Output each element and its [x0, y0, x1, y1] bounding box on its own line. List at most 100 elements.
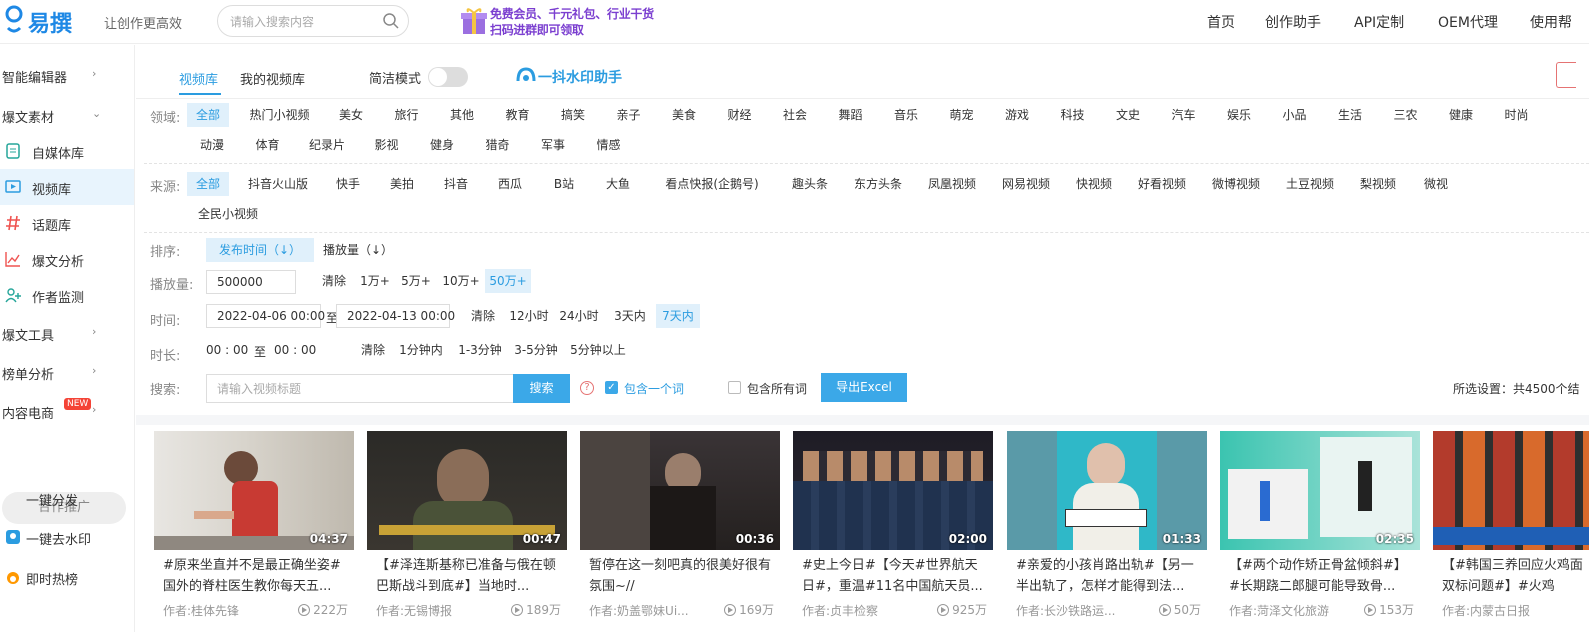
sidebar-item-video-library[interactable]: 视频库 — [0, 169, 134, 205]
source-option[interactable]: 凤凰视频 — [921, 172, 983, 196]
source-option[interactable]: 全民小视频 — [191, 202, 265, 226]
time-12h[interactable]: 12小时 — [508, 304, 550, 328]
source-option[interactable]: 大鱼 — [597, 172, 639, 196]
domain-option[interactable]: 旅行 — [386, 103, 428, 127]
domain-option[interactable]: 教育 — [497, 103, 539, 127]
domain-option[interactable]: 社会 — [774, 103, 816, 127]
tab-my-video-library[interactable]: 我的视频库 — [240, 69, 305, 88]
time-end-input[interactable]: 2022-04-13 00:00 — [336, 304, 455, 328]
sidebar-rank-analysis[interactable]: 榜单分析 — [2, 364, 54, 383]
sidebar-one-click-distribute[interactable]: 一键分发 — [26, 490, 78, 509]
sidebar-item-media-library[interactable]: 自媒体库 — [0, 133, 134, 169]
source-option[interactable]: B站 — [543, 172, 585, 196]
domain-option[interactable]: 搞笑 — [552, 103, 594, 127]
source-option[interactable]: 看点快报(企鹅号) — [651, 172, 773, 196]
domain-option[interactable]: 热门小视频 — [243, 103, 317, 127]
domain-option[interactable]: 生活 — [1329, 103, 1371, 127]
nav-oem[interactable]: OEM代理 — [1438, 12, 1498, 32]
duration-end-input[interactable]: 00 : 00 — [274, 343, 316, 357]
video-title[interactable]: #亲爱的小孩肖路出轨#【另一半出轨了，怎样才能得到法... — [1016, 555, 1202, 597]
plays-50k[interactable]: 5万+ — [398, 269, 434, 293]
video-card[interactable]: 04:37 #原来坐直并不是最正确坐姿#国外的脊柱医生教你每天五... 作者:桂… — [154, 431, 354, 632]
sort-plays[interactable]: 播放量（↓） — [320, 238, 396, 262]
search-icon[interactable] — [382, 12, 400, 30]
video-thumbnail[interactable]: 01:33 — [1007, 431, 1207, 550]
video-thumbnail[interactable]: 02:00 — [793, 431, 993, 550]
edge-button[interactable] — [1556, 62, 1576, 88]
domain-option[interactable]: 纪录片 — [302, 133, 352, 157]
duration-1min[interactable]: 1分钟内 — [398, 338, 444, 362]
duration-clear[interactable]: 清除 — [356, 338, 390, 362]
source-option[interactable]: 全部 — [187, 172, 229, 196]
search-button[interactable]: 搜索 — [513, 374, 570, 403]
video-title[interactable]: 【#韩国三养回应火鸡面双标问题#】#火鸡 — [1442, 555, 1589, 597]
domain-option[interactable]: 动漫 — [191, 133, 233, 157]
domain-option[interactable]: 舞蹈 — [830, 103, 872, 127]
domain-option[interactable]: 军事 — [532, 133, 574, 157]
logo-icon[interactable] — [4, 4, 24, 36]
time-24h[interactable]: 24小时 — [558, 304, 600, 328]
source-option[interactable]: 快手 — [327, 172, 369, 196]
source-option[interactable]: 抖音火山版 — [241, 172, 315, 196]
video-author[interactable]: 作者:菏泽文化旅游 — [1229, 602, 1329, 619]
duration-3-5min[interactable]: 3-5分钟 — [512, 338, 560, 362]
domain-option[interactable]: 游戏 — [996, 103, 1038, 127]
video-author[interactable]: 作者:贞丰检察 — [802, 602, 878, 619]
domain-option[interactable]: 健康 — [1440, 103, 1482, 127]
video-card[interactable]: 01:33 #亲爱的小孩肖路出轨#【另一半出轨了，怎样才能得到法... 作者:长… — [1007, 431, 1207, 632]
time-start-input[interactable]: 2022-04-06 00:00 — [206, 304, 325, 328]
domain-option[interactable]: 亲子 — [608, 103, 650, 127]
video-author[interactable]: 作者:无锡博报 — [376, 602, 452, 619]
global-search-input[interactable] — [230, 13, 380, 31]
domain-option[interactable]: 体育 — [247, 133, 289, 157]
video-author[interactable]: 作者:内蒙古日报 — [1442, 602, 1530, 619]
video-card[interactable]: 【#韩国三养回应火鸡面双标问题#】#火鸡 作者:内蒙古日报 — [1433, 431, 1589, 632]
source-option[interactable]: 美拍 — [381, 172, 423, 196]
domain-option[interactable]: 萌宠 — [941, 103, 983, 127]
logo-text[interactable]: 易撰 — [28, 6, 72, 38]
domain-option[interactable]: 娱乐 — [1218, 103, 1260, 127]
video-author[interactable]: 作者:长沙铁路运... — [1016, 602, 1116, 619]
tab-video-library[interactable]: 视频库 — [179, 69, 218, 88]
plays-clear[interactable]: 清除 — [316, 269, 352, 293]
domain-option[interactable]: 美女 — [330, 103, 372, 127]
nav-help[interactable]: 使用帮 — [1530, 12, 1572, 32]
plays-500k[interactable]: 50万+ — [485, 269, 531, 293]
video-thumbnail[interactable] — [1433, 431, 1589, 550]
video-card[interactable]: 00:36 暂停在这一刻吧真的很美好很有氛围~// 作者:奶盖鄂妹Ui... 1… — [580, 431, 780, 632]
contain-one-checkbox[interactable]: ✓ — [605, 381, 618, 394]
domain-option[interactable]: 三农 — [1385, 103, 1427, 127]
video-title[interactable]: 【#两个动作矫正骨盆倾斜#】#长期跷二郎腿可能导致骨... — [1229, 555, 1415, 597]
domain-option[interactable]: 科技 — [1052, 103, 1094, 127]
domain-option[interactable]: 时尚 — [1496, 103, 1538, 127]
duration-1-3min[interactable]: 1-3分钟 — [456, 338, 504, 362]
domain-option[interactable]: 情感 — [588, 133, 630, 157]
sidebar-item-topic-library[interactable]: 话题库 — [0, 205, 134, 241]
domain-option[interactable]: 财经 — [719, 103, 761, 127]
source-option[interactable]: 梨视频 — [1353, 172, 1403, 196]
simple-mode-toggle[interactable] — [428, 67, 468, 87]
domain-option[interactable]: 全部 — [187, 103, 229, 127]
video-title[interactable]: #史上今日#【今天#世界航天日#，重温#11名中国航天员... — [802, 555, 988, 597]
source-option[interactable]: 微视 — [1415, 172, 1457, 196]
plays-10k[interactable]: 1万+ — [358, 269, 392, 293]
video-thumbnail[interactable]: 00:36 — [580, 431, 780, 550]
video-title[interactable]: 【#泽连斯基称已准备与俄在顿巴斯战斗到底#】当地时... — [376, 555, 562, 597]
source-option[interactable]: 趣头条 — [785, 172, 835, 196]
sidebar-viral-material[interactable]: 爆文素材 — [2, 107, 54, 126]
domain-option[interactable]: 文史 — [1107, 103, 1149, 127]
source-option[interactable]: 西瓜 — [489, 172, 531, 196]
help-icon[interactable]: ? — [580, 381, 594, 395]
sidebar-item-author-monitor[interactable]: 作者监测 — [0, 277, 134, 313]
domain-option[interactable]: 音乐 — [885, 103, 927, 127]
video-card[interactable]: 02:35 【#两个动作矫正骨盆倾斜#】#长期跷二郎腿可能导致骨... 作者:菏… — [1220, 431, 1420, 632]
video-author[interactable]: 作者:桂体先锋 — [163, 602, 239, 619]
domain-option[interactable]: 其他 — [441, 103, 483, 127]
sidebar-viral-tools[interactable]: 爆文工具 — [2, 325, 54, 344]
nav-api[interactable]: API定制 — [1354, 12, 1404, 32]
domain-option[interactable]: 汽车 — [1163, 103, 1205, 127]
export-excel-button[interactable]: 导出Excel — [821, 373, 907, 402]
source-option[interactable]: 东方头条 — [847, 172, 909, 196]
nav-home[interactable]: 首页 — [1207, 12, 1235, 32]
video-title-search-input[interactable] — [206, 374, 514, 403]
